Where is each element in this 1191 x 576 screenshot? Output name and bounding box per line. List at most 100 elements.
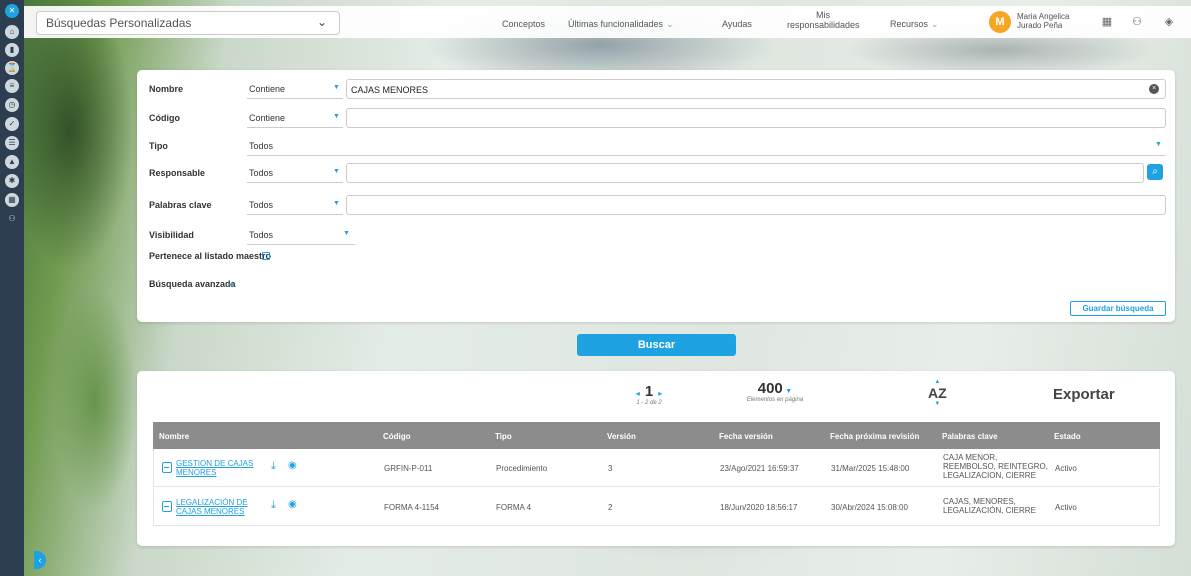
document-link[interactable]: GESTION DE CAJAS MENORES — [176, 459, 256, 477]
tipo-select[interactable]: Todos — [249, 141, 273, 151]
filter-label: Visibilidad — [149, 230, 194, 240]
listado-maestro-checkbox[interactable] — [262, 252, 270, 260]
user-name-line1: Maria Angelica — [1017, 12, 1070, 21]
chevron-down-icon: ⌄ — [316, 15, 327, 29]
caret-down-icon[interactable]: ▼ — [333, 168, 340, 175]
chart-icon[interactable]: ▮ — [5, 43, 19, 57]
per-page-select[interactable]: 400 ▼ Elementos en página — [730, 380, 820, 403]
busqueda-avanzada-toggle[interactable]: Búsqueda avanzada ⌄ — [137, 273, 1175, 295]
divider — [247, 182, 343, 183]
user-name[interactable]: Maria Angelica Jurado Peña — [1017, 12, 1069, 30]
guardar-busqueda-button[interactable]: Guardar búsqueda — [1070, 301, 1166, 316]
settings-icon[interactable]: ✱ — [5, 174, 19, 188]
caret-down-icon[interactable]: ▼ — [343, 230, 350, 237]
nombre-input[interactable]: CAJAS MENORES × — [346, 79, 1166, 99]
nombre-value: CAJAS MENORES — [351, 85, 429, 95]
filter-label: Búsqueda avanzada — [149, 279, 236, 289]
filter-label: Pertenece al listado maestro — [149, 251, 272, 261]
visibilidad-select[interactable]: Todos — [249, 230, 273, 240]
sort-toggle[interactable]: ▲ AZ ▼ — [928, 379, 947, 407]
column-header[interactable]: Palabras clave — [942, 432, 998, 441]
buscar-button[interactable]: Buscar — [577, 334, 736, 356]
nav-ayudas[interactable]: Ayudas — [722, 19, 752, 29]
divider — [247, 127, 343, 128]
nav-mis-responsabilidades[interactable]: Mis responsabilidades — [787, 10, 860, 30]
people-icon[interactable]: ⚇ — [1130, 15, 1144, 28]
column-header[interactable]: Estado — [1054, 432, 1081, 441]
responsable-input[interactable] — [346, 163, 1144, 183]
operator-select[interactable]: Todos — [249, 168, 273, 178]
filter-row-codigo: Código Contiene ▼ — [137, 107, 1175, 129]
divider — [247, 214, 343, 215]
notifications-icon[interactable]: ◈ — [1162, 15, 1176, 28]
divider — [247, 98, 343, 99]
clock-icon[interactable]: ◷ — [5, 98, 19, 112]
next-page-icon[interactable]: ▸ — [658, 389, 662, 398]
cell-tipo: FORMA 4 — [496, 503, 532, 512]
filter-label: Nombre — [149, 84, 184, 94]
cell-tipo: Procedimiento — [496, 464, 548, 473]
filter-row-visibilidad: Visibilidad Todos ▼ — [137, 224, 1175, 246]
filter-row-nombre: Nombre Contiene ▼ CAJAS MENORES × — [137, 78, 1175, 100]
per-page-value: 400 — [757, 380, 783, 397]
column-header[interactable]: Código — [383, 432, 411, 441]
caret-down-icon[interactable]: ▼ — [1155, 141, 1162, 148]
cell-fecha-revision: 30/Abr/2024 15:08:00 — [831, 503, 908, 512]
exportar-button[interactable]: Exportar — [1053, 386, 1115, 403]
codigo-input[interactable] — [346, 108, 1166, 128]
caret-down-icon[interactable]: ▼ — [333, 113, 340, 120]
caret-down-icon[interactable]: ▼ — [333, 84, 340, 91]
calendar-icon[interactable]: ▦ — [1100, 15, 1114, 28]
chevron-down-icon: ⌄ — [227, 277, 237, 289]
calendar-icon[interactable]: ▦ — [5, 193, 19, 207]
table-row[interactable]: GESTION DE CAJAS MENORES ⤓ ◉ GRFIN-P-011… — [153, 449, 1160, 487]
menu-icon[interactable]: ✕ — [5, 4, 19, 18]
database-icon[interactable]: ≡ — [5, 79, 19, 93]
filter-panel: Nombre Contiene ▼ CAJAS MENORES × Código… — [137, 70, 1175, 322]
prev-page-icon[interactable]: ◂ — [636, 389, 640, 398]
clear-icon[interactable]: × — [1149, 84, 1159, 94]
nav-ultimas-funcionalidades[interactable]: Últimas funcionalidades ⌄ — [568, 19, 674, 30]
download-icon[interactable]: ⤓ — [271, 460, 276, 473]
column-header[interactable]: Fecha versión — [719, 432, 773, 441]
home-icon[interactable]: ⌂ — [5, 25, 19, 39]
nav-conceptos[interactable]: Conceptos — [502, 19, 545, 29]
column-header[interactable]: Versión — [607, 432, 636, 441]
document-icon — [162, 462, 172, 473]
search-icon[interactable]: ⌕ — [1147, 164, 1163, 180]
column-header[interactable]: Nombre — [159, 432, 189, 441]
nav-label: Mis responsabilidades — [787, 10, 860, 30]
eye-icon[interactable]: ◉ — [288, 460, 297, 471]
filter-row-palabras: Palabras clave Todos ▼ — [137, 194, 1175, 216]
check-icon[interactable]: ✓ — [5, 117, 19, 131]
table-header: Nombre Código Tipo Versión Fecha versión… — [153, 422, 1160, 449]
divider — [247, 155, 1165, 156]
list-icon[interactable]: ☰ — [5, 136, 19, 150]
nav-recursos[interactable]: Recursos ⌄ — [890, 19, 939, 30]
top-bar: Búsquedas Personalizadas ⌄ Conceptos Últ… — [24, 6, 1191, 38]
warning-icon[interactable]: ▲ — [5, 155, 19, 169]
operator-select[interactable]: Contiene — [249, 113, 285, 123]
eye-icon[interactable]: ◉ — [288, 499, 297, 510]
results-panel: ◂ 1 ▸ 1 - 2 de 2 400 ▼ Elementos en pági… — [137, 371, 1175, 546]
table-row[interactable]: LEGALIZACIÓN DE CAJAS MENORES ⤓ ◉ FORMA … — [153, 488, 1160, 526]
operator-select[interactable]: Todos — [249, 200, 273, 210]
search-type-select[interactable]: Búsquedas Personalizadas ⌄ — [36, 11, 340, 35]
palabras-clave-input[interactable] — [346, 195, 1166, 215]
column-header[interactable]: Fecha próxima revisión — [830, 432, 919, 441]
hourglass-icon[interactable]: ⌛ — [5, 61, 19, 75]
caret-down-icon: ⌄ — [931, 19, 939, 29]
cell-fecha-revision: 31/Mar/2025 15:48:00 — [831, 464, 910, 473]
people-icon[interactable]: ⚇ — [5, 212, 19, 226]
document-link[interactable]: LEGALIZACIÓN DE CAJAS MENORES — [176, 498, 256, 516]
cell-estado: Activo — [1055, 464, 1077, 473]
sort-down-icon: ▼ — [934, 401, 941, 407]
operator-select[interactable]: Contiene — [249, 84, 285, 94]
download-icon[interactable]: ⤓ — [271, 499, 276, 512]
cell-estado: Activo — [1055, 503, 1077, 512]
cell-version: 3 — [608, 464, 613, 473]
avatar[interactable]: M — [989, 11, 1011, 33]
caret-down-icon[interactable]: ▼ — [333, 200, 340, 207]
search-type-value: Búsquedas Personalizadas — [46, 16, 192, 30]
column-header[interactable]: Tipo — [495, 432, 512, 441]
